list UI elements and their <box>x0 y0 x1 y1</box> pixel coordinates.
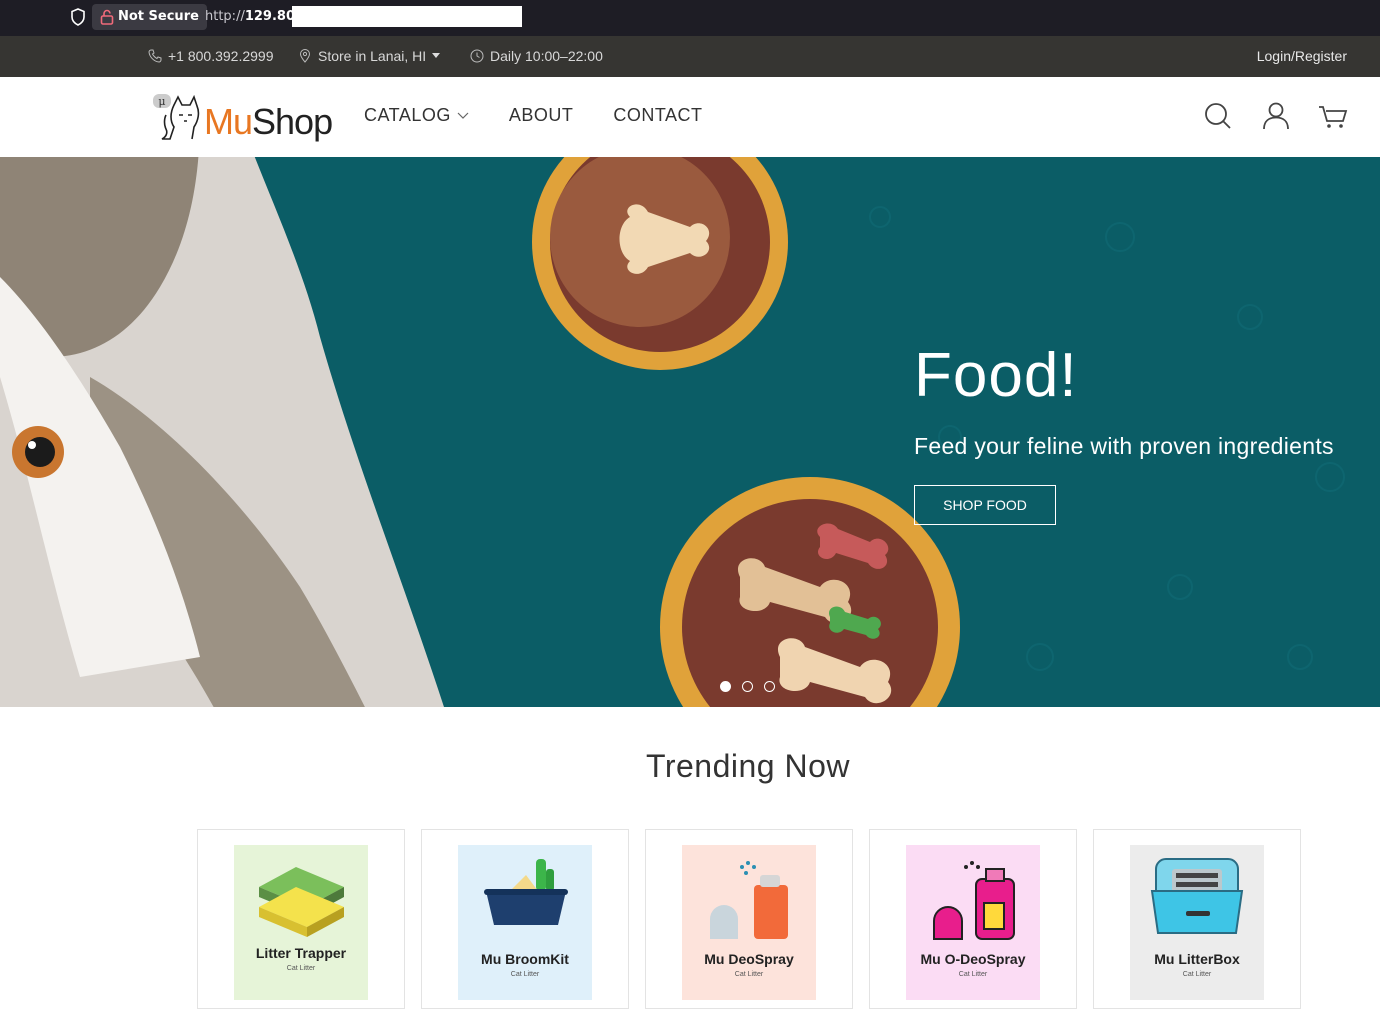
main-nav: CATALOG ABOUT CONTACT <box>364 105 743 126</box>
search-icon[interactable] <box>1203 101 1233 131</box>
site-header: μ MuShop CATALOG ABOUT CONTACT <box>0 77 1380 157</box>
trending-products: Litter Trapper Cat Litter Mu BroomKit Ca… <box>197 829 1301 1009</box>
product-card[interactable]: Mu DeoSpray Cat Litter <box>645 829 853 1009</box>
product-category: Cat Litter <box>958 971 988 978</box>
login-register-link[interactable]: Login/Register <box>1257 48 1347 64</box>
mushop-logo[interactable]: μ MuShop <box>152 91 337 143</box>
browser-toolbar: Not Secure http://129.80.1 <box>0 0 1380 36</box>
clock-icon <box>470 49 484 63</box>
carousel-dot-3[interactable] <box>764 681 775 692</box>
product-card[interactable]: Litter Trapper Cat Litter <box>197 829 405 1009</box>
url-prefix: http:// <box>205 9 245 24</box>
caret-down-icon <box>432 53 441 58</box>
cat-logo-icon: μ <box>153 94 200 140</box>
svg-text:μ: μ <box>158 95 165 108</box>
carousel-dot-2[interactable] <box>742 681 753 692</box>
security-indicator[interactable]: Not Secure <box>92 4 207 30</box>
product-name: Mu BroomKit <box>481 951 569 967</box>
nav-contact-label: CONTACT <box>613 105 703 125</box>
product-image: Litter Trapper Cat Litter <box>234 845 368 1000</box>
product-card[interactable]: Mu O-DeoSpray Cat Litter <box>869 829 1077 1009</box>
chevron-down-icon <box>457 112 469 119</box>
cat-image <box>0 157 444 707</box>
phone-info[interactable]: +1 800.392.2999 <box>148 48 274 64</box>
product-category: Cat Litter <box>734 971 764 978</box>
carousel-dot-1[interactable] <box>720 681 731 692</box>
product-name: Mu O-DeoSpray <box>920 951 1026 967</box>
unlocked-icon <box>100 9 114 25</box>
url-redaction <box>292 6 522 27</box>
trending-title: Trending Now <box>645 748 850 784</box>
phone-icon <box>148 49 162 63</box>
hero-subtitle: Feed your feline with proven ingredients <box>914 433 1334 459</box>
logo-shop: Shop <box>252 101 333 142</box>
product-name: Litter Trapper <box>255 945 347 961</box>
store-selector[interactable]: Store in Lanai, HI <box>298 48 441 64</box>
shield-icon[interactable] <box>70 8 86 26</box>
user-icon[interactable] <box>1261 101 1291 131</box>
product-card[interactable]: Mu BroomKit Cat Litter <box>421 829 629 1009</box>
carousel-indicators <box>720 681 775 692</box>
nav-about-label: ABOUT <box>508 105 574 125</box>
product-image: Mu LitterBox Cat Litter <box>1130 845 1264 1000</box>
nav-contact[interactable]: CONTACT <box>613 105 702 126</box>
hours-info: Daily 10:00–22:00 <box>470 48 603 64</box>
cart-icon[interactable] <box>1318 101 1348 131</box>
product-category: Cat Litter <box>510 971 540 978</box>
logo-wordmark: MuShop <box>204 101 333 143</box>
shop-food-button[interactable]: SHOP FOOD <box>914 485 1056 525</box>
product-card[interactable]: Mu LitterBox Cat Litter <box>1093 829 1301 1009</box>
product-image: Mu BroomKit Cat Litter <box>458 845 592 1000</box>
product-image: Mu O-DeoSpray Cat Litter <box>906 845 1040 1000</box>
product-image: Mu DeoSpray Cat Litter <box>682 845 816 1000</box>
litter-trapper-icon <box>259 867 344 937</box>
hero-carousel: Food! Feed your feline with proven ingre… <box>0 157 1380 707</box>
store-location: Store in Lanai, HI <box>318 48 427 64</box>
top-info-bar: +1 800.392.2999 Store in Lanai, HI Daily… <box>0 36 1380 77</box>
logo-mu: Mu <box>204 101 253 142</box>
nav-catalog-label: CATALOG <box>364 105 451 125</box>
nav-catalog[interactable]: CATALOG <box>364 105 469 126</box>
store-hours: Daily 10:00–22:00 <box>490 48 603 64</box>
hero-title: Food! <box>914 341 1078 410</box>
product-category: Cat Litter <box>1182 971 1212 978</box>
location-pin-icon <box>299 49 311 63</box>
security-label: Not Secure <box>118 9 199 24</box>
nav-about[interactable]: ABOUT <box>509 105 574 126</box>
product-name: Mu DeoSpray <box>704 951 794 967</box>
product-name: Mu LitterBox <box>1154 951 1240 967</box>
phone-number: +1 800.392.2999 <box>168 48 274 64</box>
product-category: Cat Litter <box>286 965 316 972</box>
